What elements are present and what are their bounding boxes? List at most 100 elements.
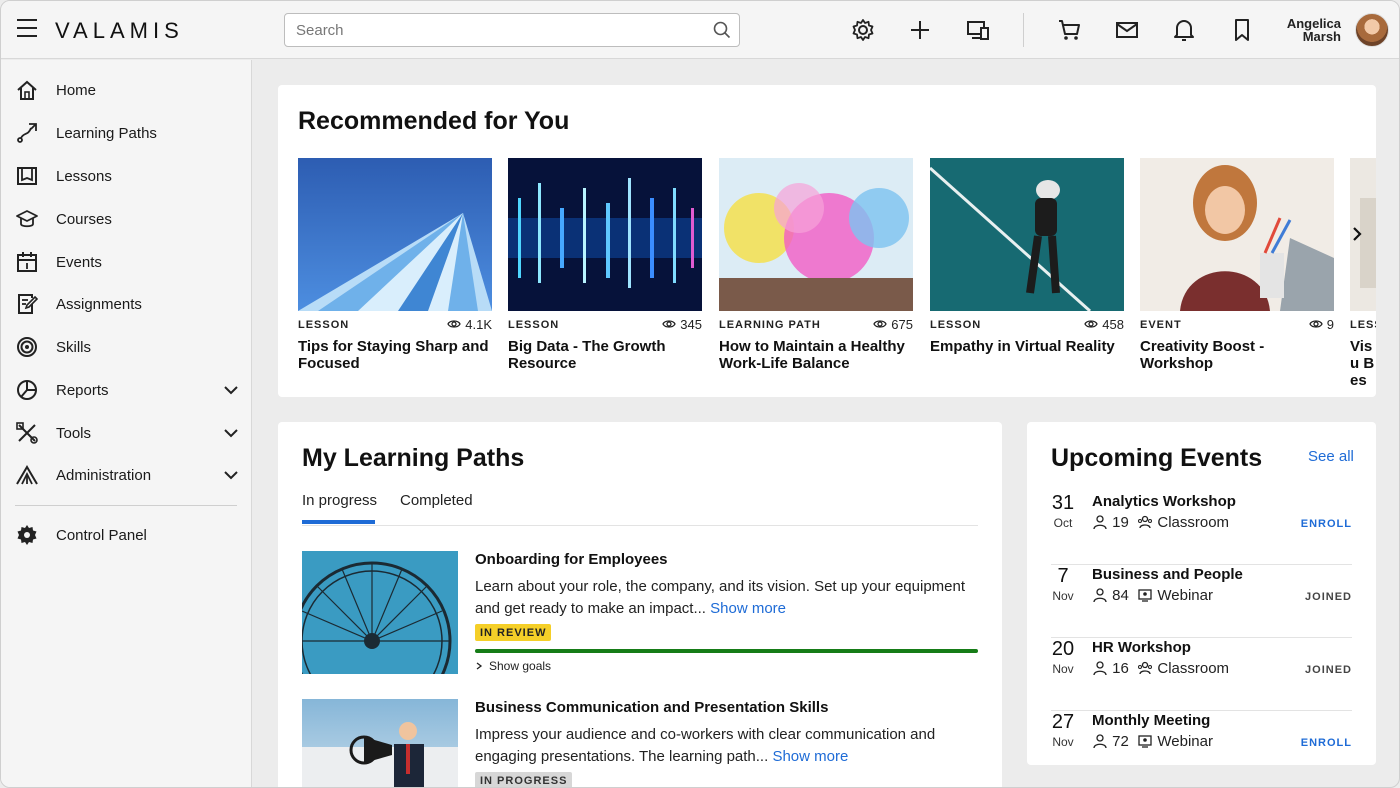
app-window: VALAMIS Angelica Marsh Home Learning Pat… [0,0,1400,788]
view-count: 675 [873,317,913,332]
event-location: Classroom [1157,660,1230,677]
event-month: Oct [1053,516,1073,530]
search-icon[interactable] [713,21,731,39]
recommended-item[interactable]: EVENT 9 Creativity Boost - Workshop [1140,158,1334,388]
status-badge: IN REVIEW [475,624,552,641]
content-type: LESSON [930,319,982,331]
tab-in-progress[interactable]: In progress [302,492,377,509]
event-day: 7 [1057,565,1069,587]
chevron-down-icon[interactable] [223,425,239,441]
see-all-link[interactable]: See all [1308,448,1354,465]
thumbnail-color-festival [719,158,913,311]
sidebar-item-learning-paths[interactable]: Learning Paths [1,113,252,153]
event-month: Nov [1052,589,1074,603]
sidebar-item-home[interactable]: Home [1,70,252,110]
cart-icon[interactable] [1056,17,1082,43]
show-goals-toggle[interactable]: Show goals [475,659,551,673]
event-attendee-count: 16 [1112,660,1129,677]
target-icon [17,337,37,357]
sidebar-item-skills[interactable]: Skills [1,327,252,367]
book-icon [17,167,37,185]
toolbar-divider [1023,13,1024,47]
chevron-down-icon[interactable] [223,467,239,483]
learning-path-description: Learn about your role, the company, and … [475,576,965,620]
learning-path-title: Onboarding for Employees [475,551,668,568]
learning-path-item[interactable]: Business Communication and Presentation … [302,699,978,787]
user-name[interactable]: Angelica Marsh [1271,17,1341,43]
enroll-button[interactable]: ENROLL [1301,737,1352,749]
show-more-link[interactable]: Show more [772,748,848,765]
bookmark-icon[interactable] [1229,17,1255,43]
menu-icon[interactable] [17,19,37,39]
event-title: Business and People [1092,566,1243,583]
assignment-icon [18,294,38,314]
learning-path-item[interactable]: Onboarding for Employees Learn about you… [302,551,978,681]
search-input[interactable] [285,14,705,46]
learning-path-title: Business Communication and Presentation … [475,699,829,716]
gear-icon[interactable] [850,17,876,43]
event-row[interactable]: 7 Nov Business and People 84 Webinar JOI… [1051,565,1352,638]
view-count: 9 [1309,317,1334,332]
classroom-icon [1138,515,1153,529]
chevron-down-icon[interactable] [223,382,239,398]
event-title: Analytics Workshop [1092,493,1236,510]
brand-logo[interactable]: VALAMIS [55,18,184,44]
recommended-item-partial[interactable]: LESS Visu Bes [1350,158,1376,388]
event-day: 27 [1051,711,1075,733]
sidebar-item-label: Learning Paths [56,125,157,142]
recommended-item[interactable]: LESSON 4.1K Tips for Staying Sharp and F… [298,158,492,388]
gear-icon [17,525,37,545]
chevron-right-icon[interactable] [1347,224,1367,244]
content-type: LESS [1350,319,1376,331]
attendees-icon [1093,734,1107,749]
event-attendee-count: 19 [1112,514,1129,531]
avatar[interactable] [1355,13,1389,47]
sidebar-item-label: Control Panel [56,527,147,544]
plus-icon[interactable] [907,17,933,43]
event-row[interactable]: 27 Nov Monthly Meeting 72 Webinar ENROLL [1051,711,1352,784]
view-count-value: 4.1K [465,317,492,332]
attendees-icon [1093,588,1107,603]
top-bar: VALAMIS Angelica Marsh [1,1,1399,59]
show-more-link[interactable]: Show more [710,600,786,617]
thumbnail-architecture [298,158,492,311]
view-count-value: 675 [891,317,913,332]
chevron-right-icon [476,662,483,670]
eye-icon [1084,320,1099,328]
content-type: EVENT [1140,319,1182,331]
sidebar-item-label: Assignments [56,296,142,313]
webinar-icon [1138,735,1152,748]
sidebar-item-courses[interactable]: Courses [1,199,252,239]
graduation-cap-icon [16,210,38,228]
event-row[interactable]: 20 Nov HR Workshop 16 Classroom JOINED [1051,638,1352,711]
sidebar-item-lessons[interactable]: Lessons [1,156,252,196]
sidebar-item-assignments[interactable]: Assignments [1,284,252,324]
user-last-name: Marsh [1302,29,1341,44]
sidebar-item-events[interactable]: Events [1,242,252,282]
tab-completed[interactable]: Completed [400,492,473,509]
thumbnail-data-lights [508,158,702,311]
mail-icon[interactable] [1114,17,1140,43]
devices-icon[interactable] [965,17,991,43]
event-attendee-count: 72 [1112,733,1129,750]
recommended-item[interactable]: LESSON 345 Big Data - The Growth Resourc… [508,158,702,388]
sidebar-item-label: Home [56,82,97,99]
event-location: Classroom [1157,514,1230,531]
recommended-item[interactable]: LEARNING PATH 675 How to Maintain a Heal… [719,158,913,388]
tab-bar: In progress Completed [302,480,978,526]
sidebar-item-control-panel[interactable]: Control Panel [1,515,252,555]
recommended-item[interactable]: LESSON 458 Empathy in Virtual Reality [930,158,1124,388]
event-row[interactable]: 31 Oct Analytics Workshop 19 Classroom E… [1051,492,1352,565]
joined-status: JOINED [1305,591,1352,603]
bell-icon[interactable] [1171,17,1197,43]
tools-icon [16,422,38,444]
progress-fill [475,649,978,653]
sidebar-item-reports[interactable]: Reports [1,370,252,410]
sidebar-item-administration[interactable]: Administration [1,455,252,495]
view-count: 458 [1084,317,1124,332]
event-meta: 84 Webinar [1092,587,1213,604]
webinar-icon [1138,589,1152,602]
enroll-button[interactable]: ENROLL [1301,518,1352,530]
section-title: Recommended for You [298,107,570,135]
sidebar-item-tools[interactable]: Tools [1,413,252,453]
